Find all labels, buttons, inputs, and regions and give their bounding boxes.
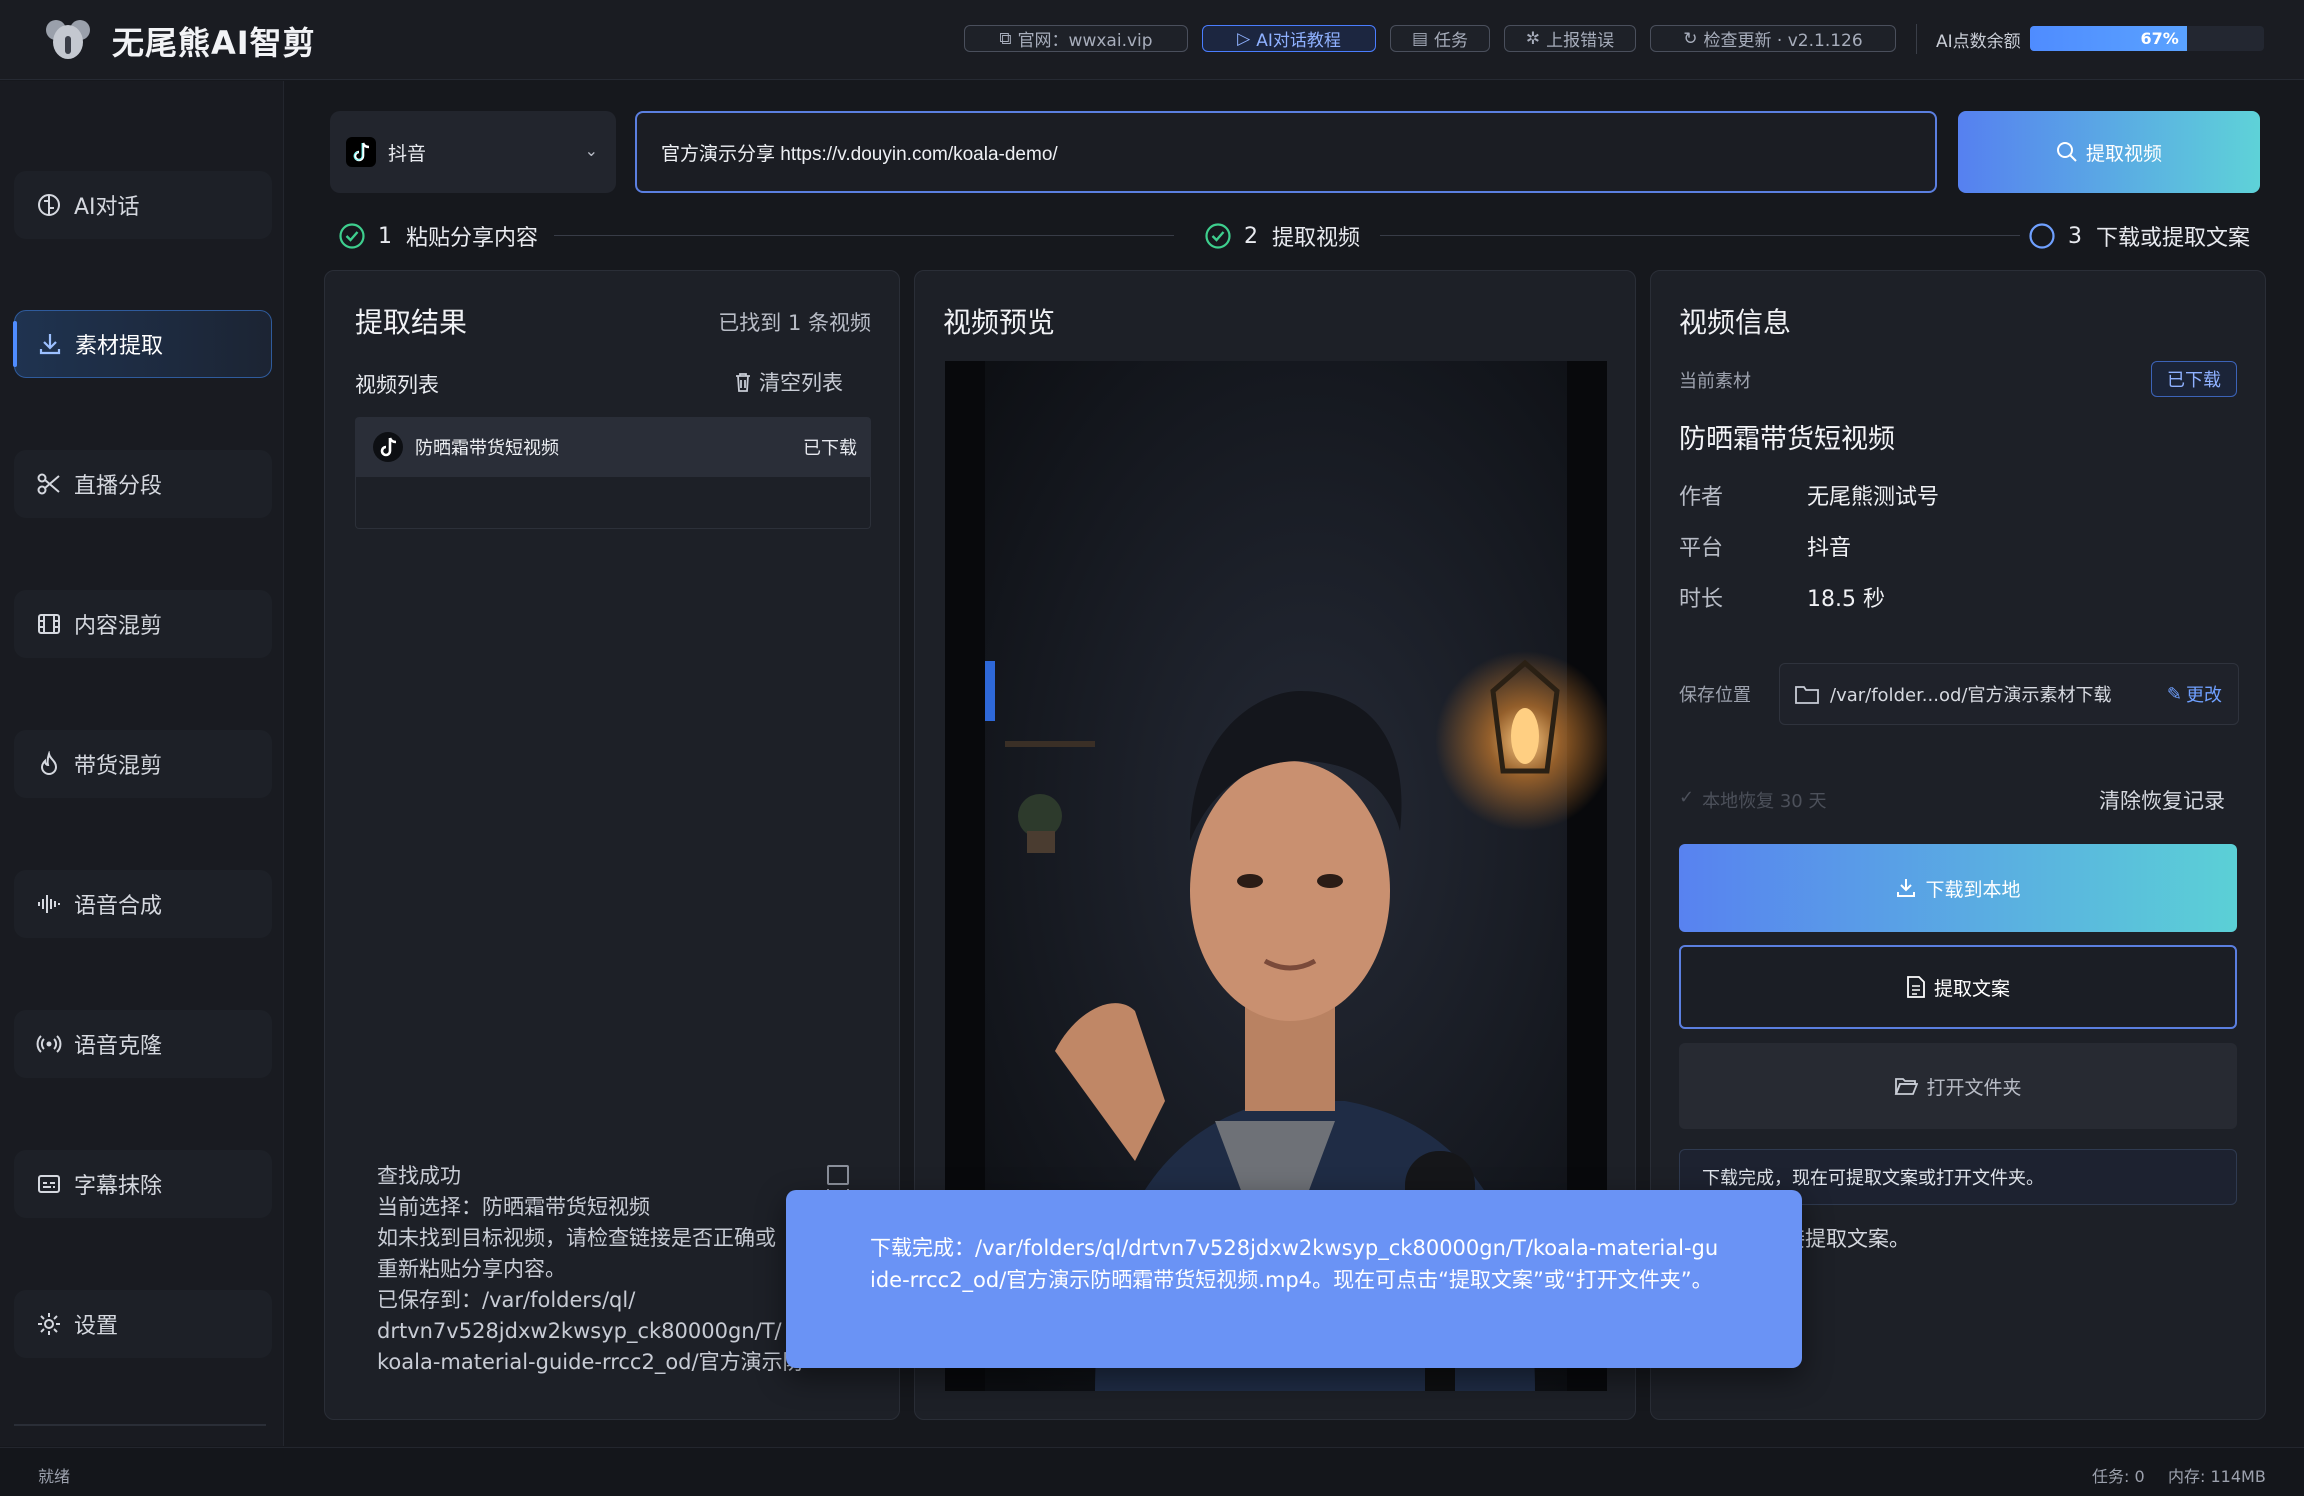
- step-2: 2 提取视频: [1204, 220, 1360, 252]
- sidebar-item-settings[interactable]: 设置: [14, 1290, 272, 1358]
- video-list-item[interactable]: 防晒霜带货短视频 已下载: [355, 417, 871, 477]
- waveform-icon: [36, 891, 62, 917]
- sidebar: AI对话 素材提取 直播分段 内容混剪 带货混剪 语音合成 语音克隆 字幕抹除 …: [0, 81, 284, 1446]
- sidebar-item-subtitle-erase[interactable]: 字幕抹除: [14, 1150, 272, 1218]
- download-complete-toast: 下载完成：/var/folders/ql/drtvn7v528jdxw2kwsy…: [786, 1190, 1802, 1368]
- restore-toggle[interactable]: ✓ 本地恢复 30 天: [1679, 787, 1826, 813]
- gear-icon: [36, 1311, 62, 1337]
- divider: [1916, 24, 1917, 54]
- sidebar-item-speech-synthesis[interactable]: 语音合成: [14, 870, 272, 938]
- sidebar-item-material-extract[interactable]: 素材提取: [13, 310, 272, 378]
- tiktok-icon: [346, 137, 376, 167]
- check-circle-icon: [338, 222, 366, 250]
- sidebar-item-sales-mix[interactable]: 带货混剪: [14, 730, 272, 798]
- step-connector: [1380, 235, 2020, 236]
- duration-value: 18.5 秒: [1807, 587, 1885, 612]
- platform-select[interactable]: 抖音 ⌄: [330, 111, 616, 193]
- status-bar: 就绪 任务: 0 内存: 114MB: [0, 1447, 2304, 1496]
- flame-icon: [36, 751, 62, 777]
- download-icon: [37, 331, 63, 357]
- duration-label: 时长: [1679, 587, 1724, 612]
- sidebar-item-ai-chat[interactable]: AI对话: [14, 171, 272, 239]
- video-list-label: 视频列表: [355, 373, 439, 397]
- chevron-down-icon: ⌄: [584, 141, 598, 160]
- document-icon: [1906, 975, 1926, 999]
- film-icon: [36, 611, 62, 637]
- external-link-icon: ⧉: [999, 28, 1012, 49]
- step-1: 1 粘贴分享内容: [338, 220, 538, 252]
- folder-icon: [1794, 683, 1820, 705]
- trash-icon: [733, 371, 753, 393]
- video-title: 防晒霜带货短视频: [1679, 424, 1895, 455]
- info-title: 视频信息: [1679, 306, 1792, 339]
- quota-progress-fill: 67%: [2030, 26, 2187, 51]
- task-icon: ▤: [1411, 28, 1429, 49]
- platform-label: 平台: [1679, 536, 1724, 561]
- preview-title: 视频预览: [943, 306, 1056, 339]
- video-list-empty-row: [355, 477, 871, 529]
- task-count: 任务: 0: [2092, 1467, 2145, 1486]
- quota-progress-bar: 67%: [2030, 26, 2264, 51]
- status-log: 查找成功 当前选择：防晒霜带货短视频 如未找到目标视频，请检查链接是否正确或 重…: [377, 1164, 804, 1374]
- platform-value: 抖音: [1807, 536, 1852, 561]
- status-text: 就绪: [38, 1467, 71, 1486]
- sidebar-item-live-segment[interactable]: 直播分段: [14, 450, 272, 518]
- circle-icon: [2028, 222, 2056, 250]
- website-link[interactable]: ⧉ 官网：wwxai.vip: [964, 25, 1188, 52]
- clear-restore-button[interactable]: 清除恢复记录: [2099, 785, 2225, 815]
- change-path-button[interactable]: ✎ 更改: [2167, 681, 2222, 707]
- app-title: 无尾熊AI智剪: [112, 24, 316, 62]
- downloaded-badge: 已下载: [2151, 361, 2237, 397]
- fetch-video-button[interactable]: 提取视频: [1958, 111, 2260, 193]
- clear-list-button[interactable]: 清空列表: [733, 367, 843, 397]
- author-value: 无尾熊测试号: [1807, 485, 1940, 510]
- tiktok-icon: [373, 432, 403, 462]
- current-material-label: 当前素材: [1679, 371, 1751, 392]
- scissors-icon: [36, 471, 62, 497]
- broadcast-icon: [36, 1031, 62, 1057]
- koala-logo-icon: [44, 16, 92, 64]
- folder-open-icon: [1894, 1076, 1919, 1096]
- sidebar-item-voice-clone[interactable]: 语音克隆: [14, 1010, 272, 1078]
- ai-tutorial-link[interactable]: ▷ AI对话教程: [1202, 25, 1376, 52]
- video-item-title: 防晒霜带货短视频: [415, 438, 559, 459]
- platform-select-value: 抖音: [388, 142, 427, 165]
- search-icon: [2056, 141, 2078, 163]
- results-title: 提取结果: [355, 306, 468, 339]
- check-circle-icon: [1204, 222, 1232, 250]
- refresh-icon: ↻: [1683, 28, 1698, 49]
- open-folder-button[interactable]: 打开文件夹: [1679, 1043, 2237, 1129]
- brain-icon: [36, 192, 62, 218]
- author-label: 作者: [1679, 485, 1724, 510]
- save-location-label: 保存位置: [1679, 685, 1751, 706]
- bug-icon: ✲: [1525, 28, 1541, 49]
- save-path: /var/folder...od/官方演示素材下载: [1830, 685, 2112, 706]
- check-icon: ✓: [1679, 787, 1695, 808]
- report-error-button[interactable]: ✲ 上报错误: [1504, 25, 1636, 52]
- subtitle-icon: [36, 1171, 62, 1197]
- step-3: 3 下载或提取文案: [2028, 220, 2250, 252]
- download-icon: [1895, 877, 1917, 899]
- quota-label: AI点数余额: [1936, 32, 2021, 52]
- edit-icon: ✎: [2166, 683, 2182, 705]
- results-count: 已找到 1 条视频: [718, 311, 871, 335]
- extract-copy-button[interactable]: 提取文案: [1679, 945, 2237, 1029]
- check-update-button[interactable]: ↻ 检查更新 · v2.1.126: [1650, 25, 1896, 52]
- video-item-status: 已下载: [803, 438, 857, 459]
- step-connector: [554, 235, 1174, 236]
- sidebar-divider: [14, 1424, 266, 1426]
- top-bar: 无尾熊AI智剪 ⧉ 官网：wwxai.vip ▷ AI对话教程 ▤ 任务 ✲ 上报错误 …: [0, 0, 2304, 80]
- sidebar-item-content-mix[interactable]: 内容混剪: [14, 590, 272, 658]
- share-url-input[interactable]: [635, 111, 1937, 193]
- download-local-button[interactable]: 下载到本地: [1679, 844, 2237, 932]
- save-location-box: /var/folder...od/官方演示素材下载 ✎ 更改: [1779, 663, 2239, 725]
- tasks-button[interactable]: ▤ 任务: [1390, 25, 1490, 52]
- play-icon: ▷: [1237, 28, 1251, 49]
- memory-usage: 内存: 114MB: [2168, 1467, 2266, 1486]
